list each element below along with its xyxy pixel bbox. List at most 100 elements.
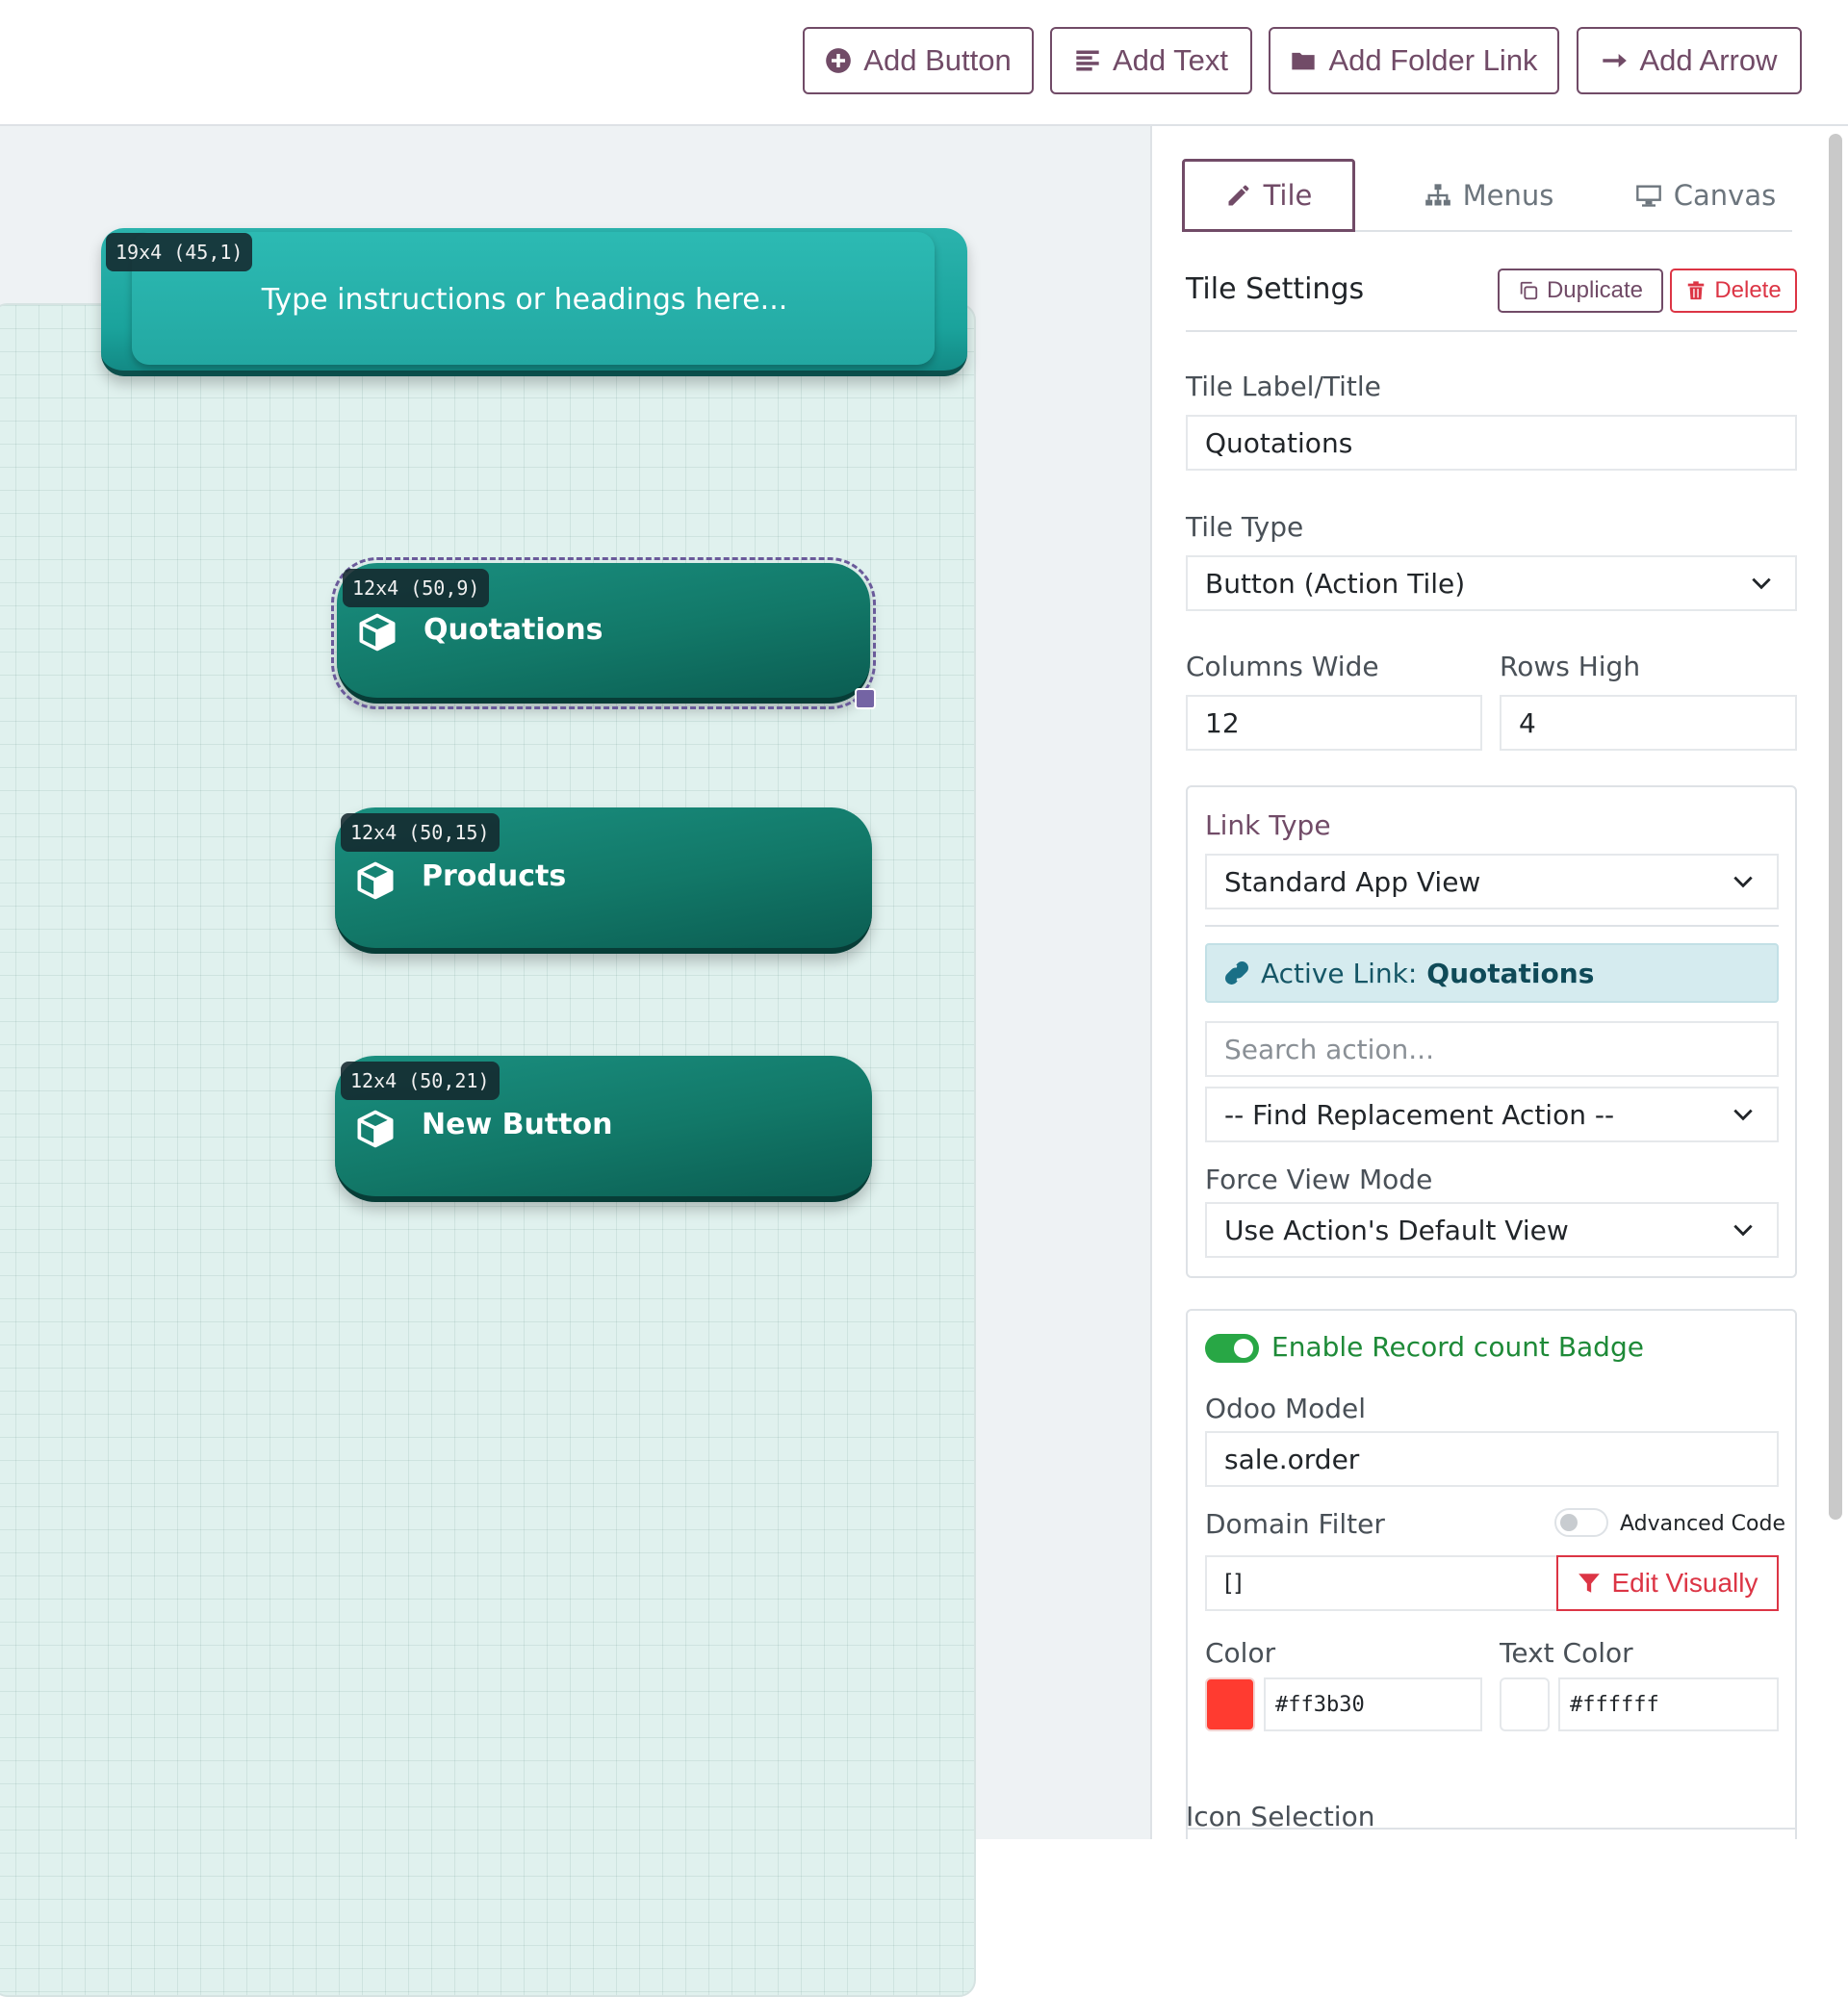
chevron-down-icon	[1752, 577, 1771, 590]
chevron-down-icon	[1733, 876, 1753, 888]
text-color-swatch[interactable]	[1500, 1677, 1550, 1731]
sitemap-icon	[1424, 184, 1450, 206]
find-replacement-select[interactable]: -- Find Replacement Action --	[1205, 1087, 1779, 1142]
advanced-code-toggle[interactable]	[1554, 1508, 1608, 1537]
search-action-input[interactable]: Search action...	[1205, 1021, 1779, 1077]
tab-menus[interactable]: Menus	[1393, 159, 1585, 232]
desktop-icon	[1635, 185, 1661, 207]
link-icon	[1225, 961, 1248, 985]
tab-tile[interactable]: Tile	[1182, 159, 1355, 232]
trash-icon	[1688, 281, 1705, 300]
delete-label: Delete	[1714, 277, 1782, 303]
color-hex-value: #ff3b30	[1275, 1692, 1365, 1717]
add-folder-link-button[interactable]: Add Folder Link	[1269, 27, 1559, 94]
link-type-label: Link Type	[1205, 809, 1331, 841]
canvas-tile-quotations[interactable]: 12x4 (50,9) Quotations	[331, 557, 876, 709]
badge-toggle-label: Enable Record count Badge	[1271, 1331, 1644, 1363]
rows-high-input[interactable]: 4	[1500, 695, 1797, 751]
force-view-label: Force View Mode	[1205, 1164, 1433, 1195]
copy-icon	[1520, 281, 1538, 300]
folder-icon	[1292, 52, 1316, 70]
align-left-icon	[1076, 50, 1099, 71]
filter-icon	[1578, 1574, 1601, 1593]
tile-position-badge: 12x4 (50,9)	[343, 569, 490, 607]
odoo-model-label: Odoo Model	[1205, 1393, 1367, 1424]
tab-canvas[interactable]: Canvas	[1604, 159, 1807, 232]
section-divider	[1186, 330, 1797, 332]
toggle-knob	[1234, 1339, 1253, 1358]
tab-canvas-label: Canvas	[1673, 179, 1777, 212]
columns-wide-input[interactable]: 12	[1186, 695, 1482, 751]
active-link-value: Quotations	[1426, 957, 1595, 989]
edit-visually-label: Edit Visually	[1611, 1568, 1758, 1598]
delete-button[interactable]: Delete	[1670, 269, 1797, 313]
tab-menus-label: Menus	[1462, 179, 1554, 212]
chevron-down-icon	[1733, 1224, 1753, 1237]
color-hex-input[interactable]: #ff3b30	[1264, 1677, 1482, 1731]
tile-type-label: Tile Type	[1186, 511, 1304, 543]
tab-tile-label: Tile	[1263, 179, 1313, 212]
text-color-hex-value: #ffffff	[1570, 1692, 1659, 1717]
record-count-badge-toggle[interactable]	[1205, 1334, 1259, 1363]
link-type-value: Standard App View	[1224, 865, 1481, 898]
add-text-label: Add Text	[1112, 43, 1229, 77]
panel-scrollbar[interactable]	[1829, 134, 1842, 1520]
domain-filter-input[interactable]: []	[1205, 1555, 1561, 1611]
domain-filter-label: Domain Filter	[1205, 1508, 1385, 1540]
resize-handle[interactable]	[855, 688, 876, 709]
canvas-area: 19x4 (45,1) Type instructions or heading…	[0, 126, 1150, 1997]
link-type-select[interactable]: Standard App View	[1205, 854, 1779, 909]
tile-label-input[interactable]: Quotations	[1186, 415, 1797, 471]
tile-label-value: Quotations	[1205, 426, 1353, 459]
link-divider	[1205, 925, 1779, 927]
odoo-model-input[interactable]: sale.order	[1205, 1431, 1779, 1487]
tile-type-value: Button (Action Tile)	[1205, 567, 1466, 600]
force-view-value: Use Action's Default View	[1224, 1214, 1569, 1246]
pencil-icon	[1228, 185, 1249, 206]
arrow-right-icon	[1603, 54, 1628, 67]
active-link-prefix: Active Link:	[1261, 957, 1418, 989]
odoo-model-value: sale.order	[1224, 1443, 1360, 1475]
canvas-tile-new-button[interactable]: 12x4 (50,21) New Button	[335, 1056, 872, 1202]
toggle-knob	[1560, 1514, 1578, 1531]
add-arrow-label: Add Arrow	[1639, 43, 1778, 77]
add-text-button[interactable]: Add Text	[1050, 27, 1252, 94]
force-view-select[interactable]: Use Action's Default View	[1205, 1202, 1779, 1258]
tile-position-badge: 19x4 (45,1)	[106, 233, 253, 271]
tile-settings-panel: Tile Menus Canvas Tile Settings Duplicat…	[1150, 126, 1848, 1839]
add-arrow-button[interactable]: Add Arrow	[1577, 27, 1802, 94]
search-action-placeholder: Search action...	[1224, 1033, 1434, 1065]
plus-circle-icon	[826, 48, 852, 73]
active-link-banner: Active Link: Quotations	[1205, 943, 1779, 1003]
color-swatch[interactable]	[1205, 1677, 1255, 1731]
canvas-text-tile[interactable]: 19x4 (45,1) Type instructions or heading…	[101, 228, 967, 376]
tile-label-title-label: Tile Label/Title	[1186, 371, 1381, 402]
edit-visually-button[interactable]: Edit Visually	[1556, 1555, 1779, 1611]
tile-label: New Button	[422, 1108, 613, 1141]
icon-selection-row[interactable]	[1186, 1828, 1797, 1839]
cube-icon	[359, 613, 396, 652]
add-button-label: Add Button	[863, 43, 1012, 77]
tile-type-select[interactable]: Button (Action Tile)	[1186, 555, 1797, 611]
top-toolbar: Add Button Add Text Add Folder Link Add …	[0, 0, 1848, 126]
duplicate-button[interactable]: Duplicate	[1498, 269, 1663, 313]
columns-wide-value: 12	[1205, 706, 1240, 739]
add-button-button[interactable]: Add Button	[803, 27, 1034, 94]
columns-wide-label: Columns Wide	[1186, 651, 1379, 682]
chevron-down-icon	[1733, 1109, 1753, 1121]
find-replacement-value: -- Find Replacement Action --	[1224, 1098, 1615, 1131]
rows-high-label: Rows High	[1500, 651, 1641, 682]
tile-label: Quotations	[424, 613, 603, 647]
duplicate-label: Duplicate	[1546, 277, 1644, 303]
rows-high-value: 4	[1519, 706, 1536, 739]
panel-tabs: Tile Menus Canvas	[1182, 159, 1792, 232]
text-color-hex-input[interactable]: #ffffff	[1558, 1677, 1779, 1731]
tile-position-badge: 12x4 (50,21)	[341, 1062, 500, 1100]
cube-icon	[357, 861, 394, 900]
tile-label: Products	[422, 859, 567, 893]
text-color-label: Text Color	[1500, 1637, 1633, 1669]
text-tile-label: Type instructions or headings here...	[261, 282, 788, 317]
cube-icon	[357, 1110, 394, 1148]
canvas-tile-products[interactable]: 12x4 (50,15) Products	[335, 807, 872, 954]
tile-position-badge: 12x4 (50,15)	[341, 813, 500, 852]
